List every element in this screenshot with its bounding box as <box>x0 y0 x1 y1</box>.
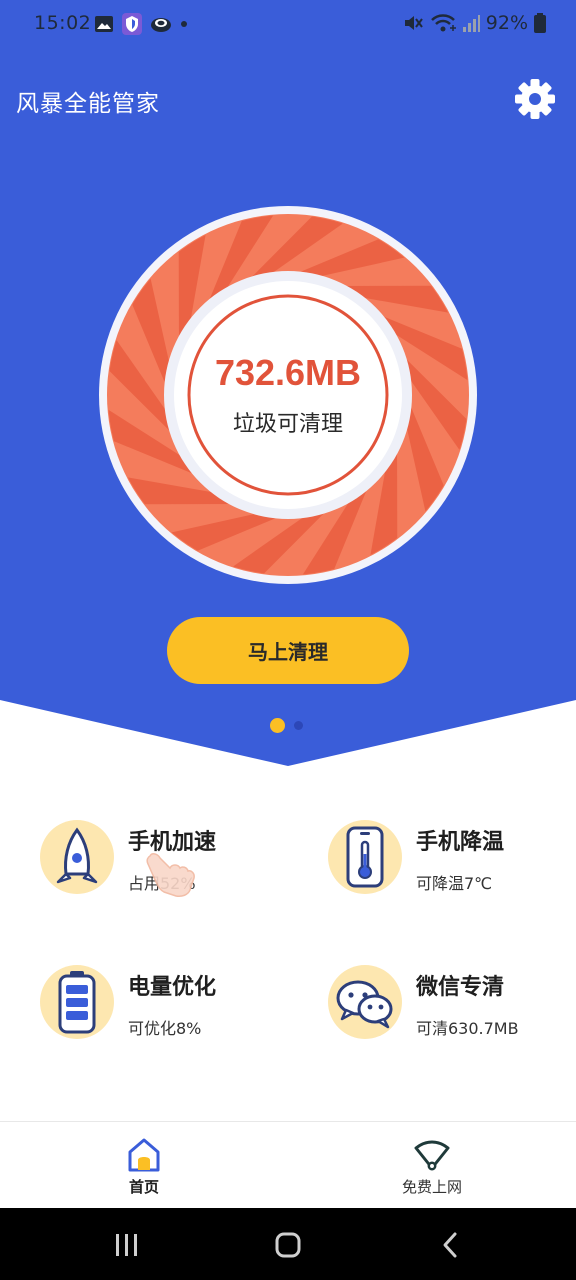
battery-status-icon <box>534 13 546 33</box>
signal-icon <box>462 15 480 32</box>
status-time: 15:02 <box>34 12 92 34</box>
nav-home[interactable]: 首页 <box>74 1122 214 1209</box>
back-icon[interactable] <box>443 1232 457 1258</box>
wechat-icon <box>336 980 393 1029</box>
feature-title: 手机降温 <box>416 830 505 855</box>
feature-subtitle: 可降温7℃ <box>416 874 493 893</box>
battery-percent: 92% <box>485 12 528 34</box>
rocket-icon <box>56 827 98 884</box>
phone-thermometer-icon-badge <box>328 820 402 894</box>
feature-wechat-clean[interactable]: 微信专清 可清630.7MB <box>328 965 576 1045</box>
battery-icon-badge <box>40 965 114 1039</box>
feature-battery-optimize[interactable]: 电量优化 可优化8% <box>40 965 300 1045</box>
feature-title: 电量优化 <box>128 975 217 1000</box>
junk-gauge[interactable] <box>98 205 478 585</box>
more-notifications-dot-icon <box>181 21 187 27</box>
status-bar: 15:02 92% <box>0 0 576 48</box>
feature-subtitle: 可清630.7MB <box>416 1019 519 1038</box>
wifi-status-icon <box>430 14 456 32</box>
pager-dot[interactable] <box>294 721 303 730</box>
security-shield-icon <box>122 13 142 35</box>
gear-icon <box>515 79 555 119</box>
feature-title: 微信专清 <box>416 975 505 1000</box>
mute-icon <box>404 16 423 30</box>
recent-apps-icon[interactable] <box>116 1234 137 1256</box>
tap-hint-hand-icon <box>146 853 195 897</box>
notification-icons <box>94 13 188 35</box>
app-title: 风暴全能管家 <box>16 91 160 117</box>
home-icon <box>128 1138 160 1172</box>
gallery-icon <box>95 16 113 32</box>
bottom-navigation: 首页 免费上网 <box>0 1121 576 1208</box>
wechat-icon-badge <box>328 965 402 1039</box>
home-button-icon[interactable] <box>275 1232 301 1258</box>
gauge-ring <box>99 206 477 584</box>
rocket-icon-badge <box>40 820 114 894</box>
battery-icon <box>58 971 96 1034</box>
system-nav-buttons <box>116 1232 457 1258</box>
nav-free-internet[interactable]: 免费上网 <box>362 1122 502 1209</box>
wifi-icon <box>414 1140 450 1171</box>
junk-amount: 732.6MB <box>214 352 362 393</box>
phone-thermometer-icon <box>346 826 384 888</box>
cloud-app-icon <box>151 18 171 32</box>
feature-subtitle: 可优化8% <box>128 1019 202 1038</box>
pager-dot-active[interactable] <box>270 718 285 733</box>
system-status-icons: 92% <box>402 12 546 34</box>
clean-now-button[interactable]: 马上清理 <box>167 617 409 684</box>
feature-phone-cooling[interactable]: 手机降温 可降温7℃ <box>328 820 576 900</box>
nav-label: 免费上网 <box>401 1178 462 1196</box>
nav-label: 首页 <box>128 1178 159 1196</box>
settings-button[interactable] <box>514 78 556 120</box>
system-navigation-bar <box>0 1208 576 1280</box>
junk-caption: 垃圾可清理 <box>232 412 343 437</box>
